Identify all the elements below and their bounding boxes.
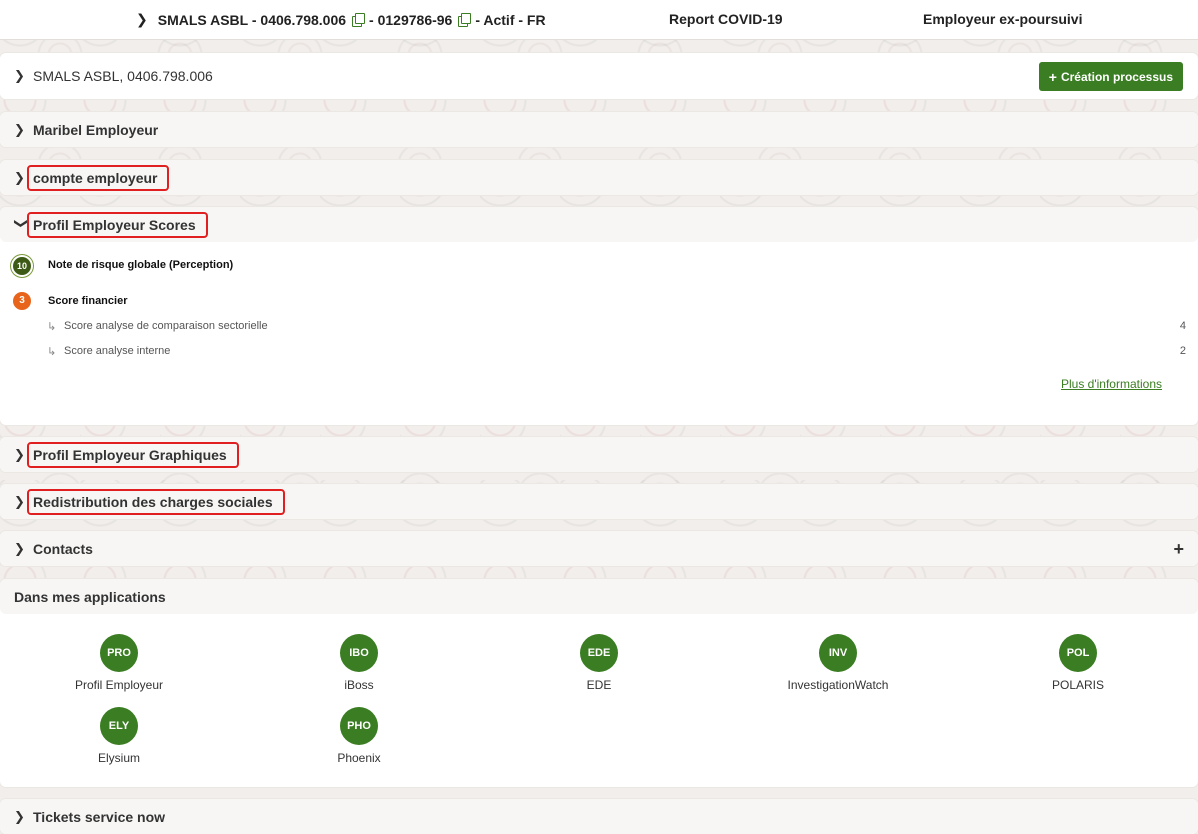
app-tile-polaris[interactable]: POL POLARIS <box>998 634 1158 692</box>
sub-score-value: 2 <box>1179 345 1186 357</box>
panel-header-applications: Dans mes applications <box>0 579 1198 614</box>
chevron-down-icon: ❯ <box>14 217 29 229</box>
panel-title: Redistribution des charges sociales <box>27 488 285 515</box>
employer-name: SMALS ASBL - 0406.798.006 <box>157 11 347 28</box>
chevron-right-icon: ❯ <box>14 68 25 83</box>
panel-smals: ❯ SMALS ASBL, 0406.798.006 + Création pr… <box>0 53 1198 99</box>
panel-header-smals[interactable]: ❯ SMALS ASBL, 0406.798.006 <box>0 53 1198 99</box>
panel-title: compte employeur <box>27 164 170 191</box>
chevron-right-icon: ❯ <box>14 446 25 462</box>
chevron-right-icon: ❯ <box>14 121 25 137</box>
app-label: Elysium <box>97 751 140 765</box>
score-label: Note de risque globale (Perception) <box>48 259 234 271</box>
panel-scores: ❯ Profil Employeur Scores 10 Note de ris… <box>0 207 1198 425</box>
employer-identity: ❯ SMALS ASBL - 0406.798.006 - 0129786-96… <box>136 11 546 28</box>
panel-compte-employeur: ❯ compte employeur <box>0 160 1198 195</box>
app-avatar: INV <box>819 634 857 672</box>
app-avatar: PHO <box>340 707 378 745</box>
app-tile-elysium[interactable]: ELY Elysium <box>39 707 199 765</box>
plus-icon: + <box>1048 68 1057 85</box>
app-tile-iboss[interactable]: IBO iBoss <box>279 634 439 692</box>
chevron-right-icon[interactable]: ❯ <box>136 11 148 28</box>
top-bar: ❯ SMALS ASBL - 0406.798.006 - 0129786-96… <box>0 0 1198 40</box>
app-avatar: PRO <box>100 634 138 672</box>
score-financier: 3 Score financier <box>0 292 1198 312</box>
create-process-button[interactable]: + Création processus <box>1038 62 1183 91</box>
employer-ex-label: Employeur ex-poursuivi <box>923 11 1083 27</box>
panel-header-contacts[interactable]: ❯ Contacts <box>0 531 1198 566</box>
chevron-right-icon: ❯ <box>14 169 25 185</box>
app-label: InvestigationWatch <box>787 678 889 692</box>
employer-status: - Actif - FR <box>475 11 546 28</box>
panel-title: Tickets service now <box>33 808 166 825</box>
panel-redistribution: ❯ Redistribution des charges sociales <box>0 484 1198 519</box>
panel-header-compte[interactable]: ❯ compte employeur <box>0 160 1198 195</box>
score-badge: 3 <box>13 292 31 310</box>
sub-arrow-icon: ↳ <box>47 321 57 333</box>
app-avatar: IBO <box>340 634 378 672</box>
app-label: Phoenix <box>337 751 381 765</box>
app-label: iBoss <box>344 678 374 692</box>
panel-header-maribel[interactable]: ❯ Maribel Employeur <box>0 112 1198 147</box>
app-avatar: EDE <box>580 634 618 672</box>
report-covid-label: Report COVID-19 <box>669 11 783 27</box>
app-avatar: POL <box>1059 634 1097 672</box>
copy-icon[interactable] <box>458 13 472 27</box>
sub-score-label: Score analyse de comparaison sectorielle <box>64 320 268 332</box>
app-tile-investigationwatch[interactable]: INV InvestigationWatch <box>758 634 918 692</box>
panel-applications: Dans mes applications PRO Profil Employe… <box>0 579 1198 787</box>
chevron-right-icon: ❯ <box>14 540 25 556</box>
panel-contacts: ❯ Contacts + <box>0 531 1198 566</box>
panel-title: Profil Employeur Scores <box>27 211 208 238</box>
panel-header-scores[interactable]: ❯ Profil Employeur Scores <box>0 207 1198 242</box>
chevron-right-icon: ❯ <box>14 808 25 824</box>
employer-number: - 0129786-96 <box>369 11 453 28</box>
score-label: Score financier <box>48 295 128 307</box>
copy-icon[interactable] <box>352 13 366 27</box>
app-avatar: ELY <box>100 707 138 745</box>
panel-header-tickets[interactable]: ❯ Tickets service now <box>0 799 1198 834</box>
app-tile-phoenix[interactable]: PHO Phoenix <box>279 707 439 765</box>
panel-tickets: ❯ Tickets service now <box>0 799 1198 834</box>
sub-arrow-icon: ↳ <box>47 346 57 358</box>
panel-title: Maribel Employeur <box>33 121 159 138</box>
score-badge: 10 <box>13 257 31 275</box>
panel-header-redistribution[interactable]: ❯ Redistribution des charges sociales <box>0 484 1198 519</box>
sub-score-row: ↳ Score analyse de comparaison sectoriel… <box>0 320 1198 336</box>
chevron-right-icon: ❯ <box>14 493 25 509</box>
app-tile-profil[interactable]: PRO Profil Employeur <box>39 634 199 692</box>
create-process-label: Création processus <box>1060 69 1173 84</box>
panel-title: Profil Employeur Graphiques <box>27 441 239 468</box>
panel-title: SMALS ASBL, 0406.798.006 <box>33 68 213 84</box>
add-contact-icon[interactable]: + <box>1173 539 1184 560</box>
sub-score-label: Score analyse interne <box>64 345 171 357</box>
app-tile-ede[interactable]: EDE EDE <box>519 634 679 692</box>
panel-graphiques: ❯ Profil Employeur Graphiques <box>0 437 1198 472</box>
app-label: EDE <box>586 678 612 692</box>
sub-score-row: ↳ Score analyse interne 2 <box>0 345 1198 361</box>
more-info-link[interactable]: Plus d'informations <box>1061 377 1162 391</box>
panel-maribel: ❯ Maribel Employeur <box>0 112 1198 147</box>
score-global: 10 Note de risque globale (Perception) <box>0 257 1198 277</box>
panel-header-graphiques[interactable]: ❯ Profil Employeur Graphiques <box>0 437 1198 472</box>
panel-title: Dans mes applications <box>14 588 166 605</box>
panel-title: Contacts <box>33 540 93 557</box>
app-label: Profil Employeur <box>74 678 164 692</box>
app-label: POLARIS <box>1051 678 1105 692</box>
sub-score-value: 4 <box>1179 320 1186 332</box>
